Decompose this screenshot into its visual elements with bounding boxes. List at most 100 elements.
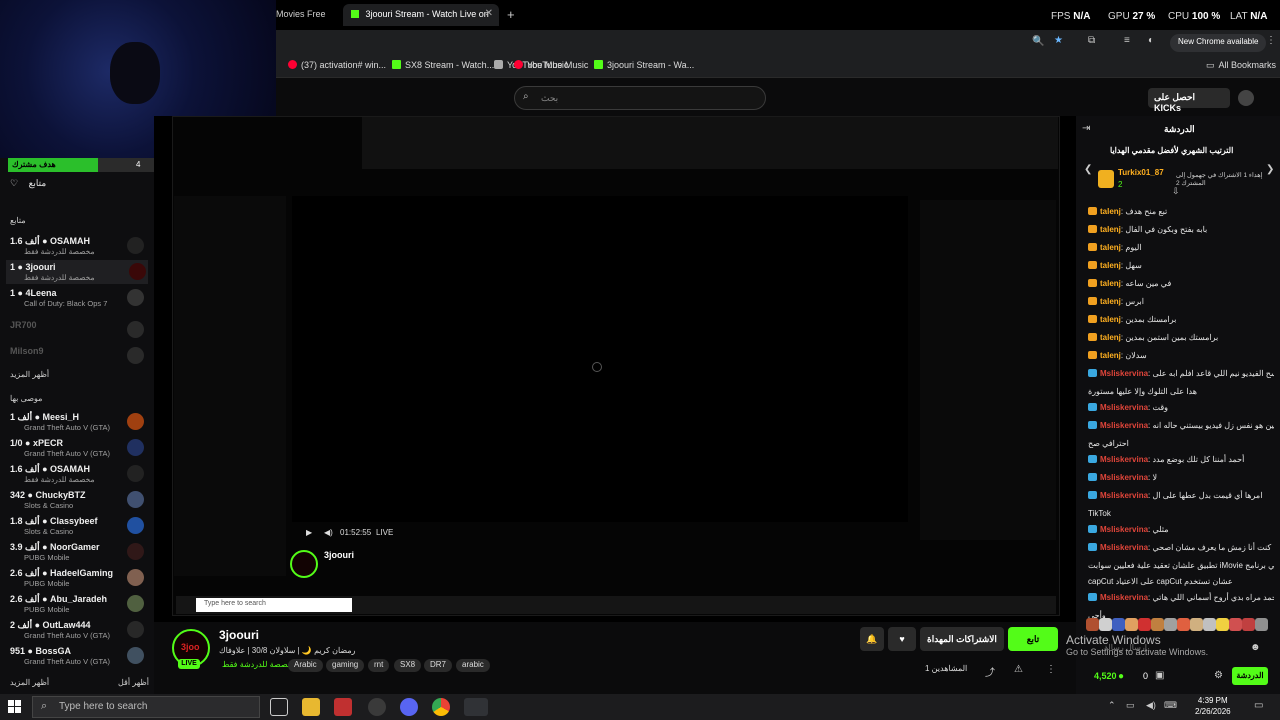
sidebar-item-active[interactable]: 1 ● 3joouri مخصصة للدردشة فقط bbox=[6, 260, 148, 284]
tag-chip[interactable]: Arabic bbox=[288, 659, 323, 672]
tag-chip[interactable]: gaming bbox=[326, 659, 365, 672]
show-more-link[interactable]: أظهر المزيد bbox=[10, 678, 49, 687]
obs-icon[interactable] bbox=[368, 698, 386, 716]
emote-icon[interactable] bbox=[1229, 618, 1242, 631]
sidebar-item[interactable]: 1/0 ● xPECR Grand Theft Auto V (GTA) bbox=[10, 436, 146, 460]
chat-username[interactable]: Msliskervina bbox=[1100, 369, 1148, 378]
show-more-link[interactable]: أظهر المزيد bbox=[10, 370, 49, 379]
emote-icon[interactable] bbox=[1151, 618, 1164, 631]
collapse-chat-icon[interactable]: ⇥ bbox=[1082, 123, 1090, 134]
pin-icon[interactable]: ⇩ bbox=[1172, 186, 1180, 197]
following-link[interactable]: ♡ متابع bbox=[10, 178, 46, 189]
chat-username[interactable]: Msliskervina bbox=[1100, 543, 1148, 552]
tab-movies[interactable]: Movies Free bbox=[268, 4, 342, 26]
chat-username[interactable]: talenj bbox=[1100, 315, 1121, 324]
sidebar-item-offline[interactable]: JR700 bbox=[10, 318, 146, 342]
network-icon[interactable]: ▭ bbox=[1126, 700, 1135, 711]
emote-icon[interactable] bbox=[1203, 618, 1216, 631]
chrome-icon[interactable] bbox=[432, 698, 450, 716]
emoji-icon[interactable]: ☻ bbox=[1250, 642, 1261, 653]
new-chrome-button[interactable]: New Chrome available bbox=[1170, 34, 1267, 52]
favorite-button[interactable]: ♥ bbox=[888, 627, 916, 651]
sidebar-item[interactable]: 1 ألف ● Meesi_H Grand Theft Auto V (GTA) bbox=[10, 410, 146, 434]
report-icon[interactable]: ⚠ bbox=[1014, 664, 1023, 675]
emote-icon[interactable] bbox=[1255, 618, 1268, 631]
chat-username[interactable]: Msliskervina bbox=[1100, 421, 1148, 430]
show-less-link[interactable]: أظهر أقل bbox=[118, 678, 149, 687]
chat-send-button[interactable]: الدردشة bbox=[1232, 667, 1268, 685]
taskbar-search[interactable]: ⌕ Type here to search bbox=[32, 696, 260, 718]
reading-list-icon[interactable]: ≡ bbox=[1124, 35, 1130, 46]
profile-icon[interactable]: ◐ bbox=[1148, 35, 1154, 46]
follow-button[interactable]: تابع bbox=[1008, 627, 1058, 651]
chat-username[interactable]: Msliskervina bbox=[1100, 525, 1148, 534]
chat-username[interactable]: talenj bbox=[1100, 207, 1121, 216]
close-tab-icon[interactable]: ✕ bbox=[485, 8, 493, 19]
notification-center-icon[interactable]: ▭ bbox=[1254, 700, 1263, 711]
channel-points[interactable]: 4,520 bbox=[1094, 671, 1117, 681]
bookmark-item[interactable]: YouTube Music bbox=[514, 60, 588, 70]
file-explorer-icon[interactable] bbox=[302, 698, 320, 716]
sidebar-item[interactable]: 2.6 ألف ● HadeelGaming PUBG Mobile bbox=[10, 566, 146, 590]
sidebar-item[interactable]: 2 ألف ● OutLaw444 Grand Theft Auto V (GTA… bbox=[10, 618, 146, 642]
menu-icon[interactable]: ⋮ bbox=[1266, 35, 1276, 46]
notification-button[interactable]: 🔔 bbox=[860, 627, 884, 651]
tag-chip[interactable]: arabic bbox=[456, 659, 490, 672]
chat-username[interactable]: Msliskervina bbox=[1100, 473, 1148, 482]
sidebar-item[interactable]: 1.6 ألف ● OSAMAH مخصصة للدردشة فقط bbox=[10, 234, 146, 258]
chat-username[interactable]: Msliskervina bbox=[1100, 455, 1148, 464]
chat-username[interactable]: Msliskervina bbox=[1100, 403, 1148, 412]
chat-username[interactable]: talenj bbox=[1100, 243, 1121, 252]
sidebar-item[interactable]: 3.9 ألف ● NoorGamer PUBG Mobile bbox=[10, 540, 146, 564]
emote-icon[interactable] bbox=[1177, 618, 1190, 631]
app-icon[interactable] bbox=[334, 698, 352, 716]
gift-box-icon[interactable]: ▣ bbox=[1155, 670, 1164, 681]
chat-username[interactable]: talenj bbox=[1100, 279, 1121, 288]
task-view-icon[interactable] bbox=[270, 698, 288, 716]
avatar[interactable] bbox=[1238, 90, 1254, 106]
sidebar-item-offline[interactable]: Milson9 bbox=[10, 344, 146, 368]
tray-chevron-icon[interactable]: ⌃ bbox=[1108, 700, 1116, 711]
emote-icon[interactable] bbox=[1125, 618, 1138, 631]
tab-stream[interactable]: 3joouri Stream - Watch Live on ✕ bbox=[343, 4, 499, 26]
chevron-left-icon[interactable]: ❮ bbox=[1084, 164, 1092, 175]
tag-chip[interactable]: DR7 bbox=[424, 659, 453, 672]
emote-icon[interactable] bbox=[1216, 618, 1229, 631]
get-kicks-button[interactable]: احصل على KICKs bbox=[1148, 88, 1230, 113]
emote-icon[interactable] bbox=[1138, 618, 1151, 631]
bookmark-item[interactable]: SX8 Stream - Watch... bbox=[392, 60, 494, 70]
volume-icon[interactable]: ◀) bbox=[1146, 700, 1156, 711]
emote-icon[interactable] bbox=[1112, 618, 1125, 631]
extensions-icon[interactable]: ⧉ bbox=[1088, 35, 1095, 46]
chat-username[interactable]: Msliskervina bbox=[1100, 593, 1148, 602]
new-tab-button[interactable]: + bbox=[507, 7, 515, 22]
sidebar-item[interactable]: 2.6 ألف ● Abu_Jaradeh PUBG Mobile bbox=[10, 592, 146, 616]
bookmark-star-icon[interactable]: ★ bbox=[1054, 35, 1063, 46]
top-gifter[interactable]: Turkix01_87 bbox=[1118, 168, 1164, 177]
sidebar-item[interactable]: 1 ● 4Leena Call of Duty: Black Ops 7 bbox=[10, 286, 146, 310]
category-link[interactable]: مخصصة للدردشة فقط bbox=[222, 660, 297, 669]
emote-icon[interactable] bbox=[1086, 618, 1099, 631]
channel-name[interactable]: 3joouri bbox=[219, 628, 259, 642]
windows-start-icon[interactable] bbox=[8, 700, 21, 713]
emote-icon[interactable] bbox=[1099, 618, 1112, 631]
chat-username[interactable]: talenj bbox=[1100, 351, 1121, 360]
chat-username[interactable]: Msliskervina bbox=[1100, 491, 1148, 500]
emote-icon[interactable] bbox=[1164, 618, 1177, 631]
settings-gear-icon[interactable]: ⚙ bbox=[1214, 670, 1223, 681]
share-icon[interactable]: ⤴ bbox=[985, 664, 995, 679]
chat-username[interactable]: talenj bbox=[1100, 333, 1121, 342]
chat-username[interactable]: talenj bbox=[1100, 297, 1121, 306]
tag-chip[interactable]: SX8 bbox=[394, 659, 422, 672]
tag-chip[interactable]: rnt bbox=[368, 659, 390, 672]
gift-subs-button[interactable]: الاشتراكات المهداة bbox=[920, 627, 1004, 651]
chat-username[interactable]: talenj bbox=[1100, 225, 1121, 234]
all-bookmarks[interactable]: ▭ All Bookmarks bbox=[1206, 60, 1276, 71]
taskbar-clock[interactable]: 4:39 PM 2/26/2026 bbox=[1195, 695, 1231, 717]
sidebar-item[interactable]: 342 ● ChuckyBTZ Slots & Casino bbox=[10, 488, 146, 512]
chat-username[interactable]: talenj bbox=[1100, 261, 1121, 270]
emote-icon[interactable] bbox=[1242, 618, 1255, 631]
zoom-icon[interactable]: 🔍 bbox=[1032, 36, 1044, 47]
bookmark-item[interactable]: 3joouri Stream - Wa... bbox=[594, 60, 694, 70]
chrome-active-icon[interactable] bbox=[464, 698, 488, 716]
